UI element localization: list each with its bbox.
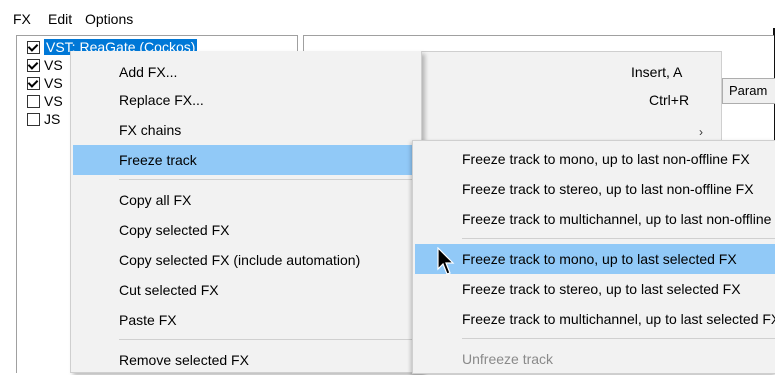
menu-item-replace-fx[interactable]: Replace FX... Ctrl+R: [71, 85, 689, 115]
menu-item-copy-selected-fx[interactable]: Copy selected FX: [71, 215, 421, 245]
menu-item-copy-selected-fx-automation[interactable]: Copy selected FX (include automation): [71, 245, 421, 275]
checkbox-checked-icon[interactable]: [27, 59, 40, 72]
submenu-item-label: Freeze track to mono, up to last selecte…: [462, 251, 737, 267]
menu-item-copy-all-fx[interactable]: Copy all FX: [71, 185, 421, 215]
menu-item-shortcut: Ctrl+R: [649, 92, 690, 108]
param-tab-label: Param: [729, 83, 768, 98]
submenu-item-unfreeze-track[interactable]: Unfreeze track: [413, 344, 775, 373]
menu-fx[interactable]: FX: [13, 11, 31, 27]
menu-item-label: Copy selected FX: [119, 222, 230, 238]
menu-item-label: Paste FX: [119, 312, 177, 328]
menu-separator: [119, 339, 414, 340]
submenu-item-label: Unfreeze track: [462, 351, 554, 367]
menu-separator: [119, 179, 414, 180]
param-tab[interactable]: Param: [722, 78, 775, 104]
menu-item-label: Add FX...: [119, 64, 178, 80]
menu-item-shortcut: Insert, A: [631, 64, 683, 80]
submenu-item-freeze-mono-nonoffline[interactable]: Freeze track to mono, up to last non-off…: [413, 144, 775, 174]
submenu-item-label: Freeze track to multichannel, up to last…: [462, 211, 775, 227]
submenu-item-freeze-multichannel-nonoffline[interactable]: Freeze track to multichannel, up to last…: [413, 204, 775, 234]
menu-item-fx-chains[interactable]: FX chains ›: [71, 115, 703, 145]
submenu-item-freeze-mono-selected[interactable]: Freeze track to mono, up to last selecte…: [415, 244, 775, 274]
chevron-right-icon: ›: [699, 125, 703, 139]
submenu-item-freeze-stereo-nonoffline[interactable]: Freeze track to stereo, up to last non-o…: [413, 174, 775, 204]
menubar: FX Edit Options: [0, 0, 775, 28]
menu-item-paste-fx[interactable]: Paste FX: [71, 305, 421, 335]
submenu-item-freeze-multichannel-selected[interactable]: Freeze track to multichannel, up to last…: [413, 304, 775, 334]
submenu-separator: [462, 338, 775, 339]
checkbox-unchecked-icon[interactable]: [27, 95, 40, 108]
fx-item-label: VS: [44, 75, 63, 91]
menu-item-label: Replace FX...: [119, 92, 204, 108]
menu-item-label: Freeze track: [119, 152, 197, 168]
submenu-separator: [462, 238, 775, 239]
menu-item-cut-selected-fx[interactable]: Cut selected FX: [71, 275, 421, 305]
checkbox-checked-icon[interactable]: [27, 77, 40, 90]
checkbox-unchecked-icon[interactable]: [27, 113, 40, 126]
menu-item-label: Cut selected FX: [119, 282, 219, 298]
submenu-item-freeze-stereo-selected[interactable]: Freeze track to stereo, up to last selec…: [413, 274, 775, 304]
submenu-item-label: Freeze track to mono, up to last non-off…: [462, 151, 750, 167]
fx-item-label: VS: [44, 57, 63, 73]
submenu-item-label: Freeze track to multichannel, up to last…: [462, 311, 775, 327]
menu-item-label: Remove selected FX: [119, 352, 249, 368]
checkbox-checked-icon[interactable]: [27, 41, 40, 54]
submenu-item-label: Freeze track to stereo, up to last selec…: [462, 281, 741, 297]
menu-item-remove-selected-fx[interactable]: Remove selected FX: [71, 345, 421, 375]
menu-item-label: FX chains: [119, 122, 182, 138]
menu-edit[interactable]: Edit: [48, 11, 72, 27]
freeze-track-submenu: Freeze track to mono, up to last non-off…: [412, 140, 775, 374]
submenu-item-label: Freeze track to stereo, up to last non-o…: [462, 181, 754, 197]
context-menu: Add FX... Insert, A Replace FX... Ctrl+R…: [70, 51, 703, 375]
menu-options[interactable]: Options: [85, 11, 133, 27]
fx-item-label: VS: [44, 93, 63, 109]
mouse-pointer-icon: [437, 247, 455, 275]
menu-item-label: Copy selected FX (include automation): [119, 252, 361, 268]
fx-item-label: JS: [44, 111, 61, 127]
menu-item-label: Copy all FX: [119, 192, 192, 208]
menu-item-freeze-track[interactable]: Freeze track: [73, 145, 418, 175]
menu-item-add-fx[interactable]: Add FX... Insert, A: [71, 57, 682, 87]
